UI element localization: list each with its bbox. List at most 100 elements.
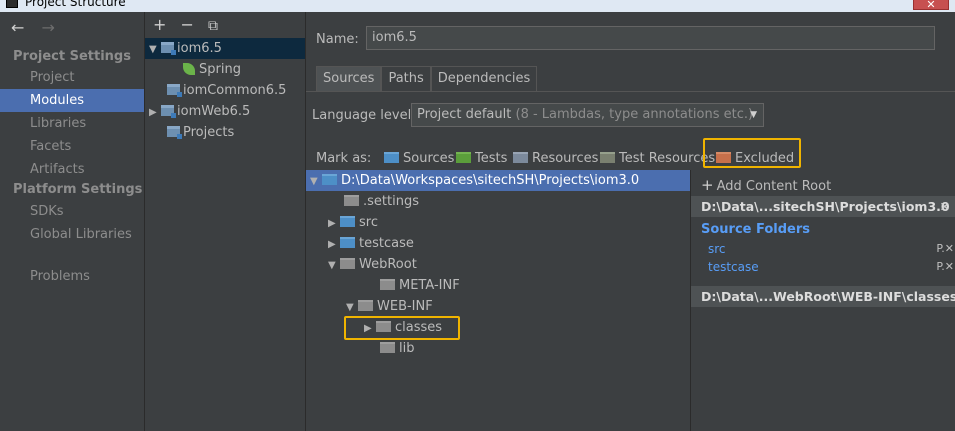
content-root-header: D:\Data\...WebRoot\WEB-INF\classes (691, 286, 955, 307)
test-folder-icon (456, 152, 471, 163)
tree-label: testcase (359, 236, 414, 251)
module-row-iomcommon[interactable]: iomCommon6.5 (145, 80, 305, 101)
add-content-root-button[interactable]: + Add Content Root (701, 176, 831, 194)
copy-module-icon[interactable]: ⧉ (208, 18, 218, 34)
mark-sources-button[interactable]: Sources (384, 148, 454, 170)
title-bar: Project Structure ✕ (0, 0, 955, 12)
tree-row-testcase[interactable]: ▶ testcase (306, 233, 690, 254)
module-icon (161, 105, 176, 118)
folder-icon (380, 279, 395, 290)
mark-resources-label: Resources (532, 151, 599, 166)
back-arrow-icon[interactable]: ← (11, 18, 24, 37)
expand-arrow-icon[interactable]: ▼ (310, 171, 322, 192)
module-label: iomCommon6.5 (183, 83, 287, 98)
source-folder-actions[interactable]: P.✕ (936, 258, 954, 276)
source-folders-heading: Source Folders (701, 222, 811, 237)
source-folder-row[interactable]: testcase P.✕ (708, 258, 954, 276)
tree-label: src (359, 215, 378, 230)
forward-arrow-icon[interactable]: → (42, 18, 55, 37)
language-level-select[interactable]: Project default (8 - Lambdas, type annot… (411, 103, 764, 127)
content-roots-panel: + Add Content Root D:\Data\...sitechSH\Pr… (690, 170, 955, 431)
tree-row-webroot[interactable]: ▼ WebRoot (306, 254, 690, 275)
module-row-iomweb[interactable]: ▶ iomWeb6.5 (145, 101, 305, 122)
source-folder-icon (340, 237, 355, 248)
tree-row-web-inf[interactable]: ▼ WEB-INF (306, 296, 690, 317)
content-tree: ▼ D:\Data\Workspaces\sitechSH\Projects\io… (306, 170, 690, 431)
tree-label: D:\Data\Workspaces\sitechSH\Projects\iom… (341, 173, 640, 188)
facet-label: Spring (199, 62, 241, 77)
mark-as-bar: Mark as: Sources Tests Resources Test Re… (316, 148, 955, 170)
platform-settings-heading: Platform Settings (13, 182, 143, 197)
language-level-value: Project default (417, 107, 512, 122)
mark-test-resources-button[interactable]: Test Resources (600, 148, 715, 170)
settings-nav: ← → Project Settings Project Modules Lib… (0, 12, 145, 431)
tree-row-settings[interactable]: .settings (306, 191, 690, 212)
mark-sources-label: Sources (403, 151, 455, 166)
app-icon (6, 0, 18, 8)
folder-icon (344, 195, 359, 206)
tree-label: lib (399, 341, 415, 356)
content-root-path: D:\Data\...sitechSH\Projects\iom3.0 (701, 199, 950, 214)
facet-row-spring[interactable]: Spring (145, 59, 305, 80)
tree-label: .settings (363, 194, 419, 209)
source-folder-row[interactable]: src P.✕ (708, 240, 954, 258)
collapse-arrow-icon[interactable]: ▶ (328, 234, 340, 255)
nav-item-sdks[interactable]: SDKs (0, 200, 144, 223)
module-icon (167, 126, 182, 139)
tree-row-lib[interactable]: lib (306, 338, 690, 359)
nav-item-problems[interactable]: Problems (0, 265, 144, 288)
project-settings-heading: Project Settings (13, 49, 131, 64)
mark-tests-label: Tests (475, 151, 508, 166)
remove-module-icon[interactable]: − (181, 15, 194, 34)
add-module-icon[interactable]: + (153, 15, 166, 34)
name-label: Name: (316, 32, 359, 47)
tree-row-meta-inf[interactable]: META-INF (306, 275, 690, 296)
mark-resources-button[interactable]: Resources (513, 148, 598, 170)
module-row-projects[interactable]: Projects (145, 122, 305, 143)
nav-item-global-libraries[interactable]: Global Libraries (0, 223, 144, 246)
test-resources-folder-icon (600, 152, 615, 163)
content-root-path: D:\Data\...WebRoot\WEB-INF\classes (701, 289, 955, 304)
tree-label: WEB-INF (377, 299, 433, 314)
folder-icon (380, 342, 395, 353)
resources-folder-icon (513, 152, 528, 163)
nav-item-project[interactable]: Project (0, 66, 144, 89)
nav-item-artifacts[interactable]: Artifacts (0, 158, 144, 181)
collapse-arrow-icon[interactable]: ▶ (149, 102, 161, 123)
classes-highlight-box (344, 316, 460, 340)
expand-arrow-icon[interactable]: ▼ (346, 297, 358, 318)
tab-sources[interactable]: Sources (316, 66, 382, 91)
chevron-down-icon: ▼ (750, 110, 757, 120)
language-level-label: Language level: (312, 108, 416, 123)
module-label: iom6.5 (177, 41, 222, 56)
mark-tests-button[interactable]: Tests (456, 148, 507, 170)
expand-arrow-icon[interactable]: ▼ (328, 255, 340, 276)
collapse-arrow-icon[interactable]: ▶ (328, 213, 340, 234)
tab-paths[interactable]: Paths (381, 66, 431, 91)
nav-item-facets[interactable]: Facets (0, 135, 144, 158)
module-label: iomWeb6.5 (177, 104, 251, 119)
remove-root-icon[interactable]: ✕ (940, 196, 950, 217)
nav-item-modules[interactable]: Modules (0, 89, 144, 112)
close-window-button[interactable]: ✕ (913, 0, 949, 11)
plus-icon: + (701, 176, 714, 194)
language-level-hint: (8 - Lambdas, type annotations etc.) (515, 107, 754, 122)
modules-panel: + − ⧉ ▼ iom6.5 Spring iomCommon6.5 ▶ iomWe… (145, 12, 306, 431)
module-row-iom6.5[interactable]: ▼ iom6.5 (145, 38, 305, 59)
modules-toolbar: + − ⧉ (153, 15, 227, 34)
tree-row-src[interactable]: ▶ src (306, 212, 690, 233)
detail-tabs: Sources Paths Dependencies (316, 66, 538, 91)
tab-divider (306, 91, 955, 92)
source-folder-name: testcase (708, 260, 759, 274)
expand-arrow-icon[interactable]: ▼ (149, 39, 161, 60)
module-name-input[interactable]: iom6.5 (366, 26, 935, 50)
source-folder-actions[interactable]: P.✕ (936, 240, 954, 258)
mark-test-resources-label: Test Resources (619, 151, 716, 166)
tree-row-root[interactable]: ▼ D:\Data\Workspaces\sitechSH\Projects\io… (306, 170, 690, 191)
tab-dependencies[interactable]: Dependencies (430, 66, 538, 91)
source-folder-icon (384, 152, 399, 163)
window-title: Project Structure (25, 0, 126, 9)
module-label: Projects (183, 125, 235, 140)
nav-item-libraries[interactable]: Libraries (0, 112, 144, 135)
excluded-highlight-box (703, 138, 801, 168)
